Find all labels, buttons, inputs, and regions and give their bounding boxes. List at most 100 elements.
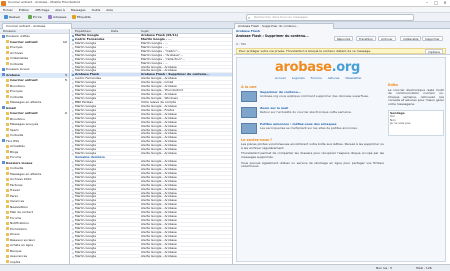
read-status-icon[interactable] <box>72 38 74 41</box>
folder-label: Impôts <box>10 259 21 264</box>
read-status-icon[interactable] <box>72 161 74 163</box>
window-title: Courrier entrant - Arobase - Mozilla Thu… <box>8 0 81 4</box>
tag-button[interactable]: Étiquette <box>70 14 93 21</box>
read-status-icon[interactable] <box>72 200 74 203</box>
message-action-button[interactable]: Répondre <box>334 36 354 41</box>
folder-icon <box>6 199 9 203</box>
minimize-icon[interactable]: – <box>423 0 431 6</box>
folder-label: Dossiers locaux <box>6 160 33 165</box>
read-status-icon[interactable] <box>72 121 74 124</box>
folder-icon <box>6 56 9 60</box>
folder-label: Réseaux sociaux <box>10 237 36 242</box>
message-preview: Arobase Flash Arobase Flash : Supprimer … <box>234 29 450 264</box>
get-mail-button[interactable]: Relever <box>2 14 22 21</box>
read-status-icon[interactable] <box>72 255 74 258</box>
read-status-icon[interactable] <box>72 82 74 85</box>
read-status-icon[interactable] <box>72 94 74 97</box>
read-status-icon[interactable] <box>72 208 74 211</box>
newsletter-nav-link[interactable]: Forums <box>311 76 322 80</box>
read-status-icon[interactable] <box>72 172 74 175</box>
account-icon <box>2 161 5 164</box>
read-status-icon[interactable] <box>72 113 74 116</box>
read-status-icon[interactable] <box>72 216 74 219</box>
account-icon <box>2 67 5 71</box>
download-icon <box>4 15 8 19</box>
folder-icon <box>6 243 9 247</box>
read-status-icon[interactable] <box>72 176 74 179</box>
read-status-icon[interactable] <box>72 239 74 242</box>
read-status-icon[interactable] <box>72 224 74 226</box>
read-status-icon[interactable] <box>72 125 74 128</box>
read-status-icon[interactable] <box>72 66 74 69</box>
remote-content-options-button[interactable]: Options <box>425 49 443 54</box>
read-status-icon[interactable] <box>72 184 74 187</box>
newsletter-nav-link[interactable]: Astuces <box>328 76 340 80</box>
read-status-icon[interactable] <box>72 220 74 223</box>
read-status-icon[interactable] <box>72 204 74 207</box>
poll-box: Sondage Oui Non Je ne sais pas <box>388 109 444 136</box>
read-status-icon[interactable] <box>72 192 74 195</box>
message-action-button[interactable]: Indésirable <box>400 36 422 41</box>
read-status-icon[interactable] <box>72 58 74 61</box>
folder-icon <box>6 150 9 153</box>
message-action-button[interactable]: Archiver <box>378 36 396 41</box>
message-action-button[interactable]: Supprimer <box>422 36 443 41</box>
article-thumbnail[interactable] <box>241 106 257 118</box>
read-status-icon[interactable] <box>72 70 74 73</box>
read-status-icon[interactable] <box>72 145 74 148</box>
read-status-icon[interactable] <box>72 247 74 250</box>
read-status-icon[interactable] <box>72 153 74 156</box>
read-status-icon[interactable] <box>72 196 74 199</box>
read-status-icon[interactable] <box>72 86 74 89</box>
total-count: Total : 126 <box>416 266 432 270</box>
poll-option[interactable]: Je ne sais pas <box>390 122 442 126</box>
read-status-icon[interactable] <box>72 50 74 53</box>
folder-label: Factures <box>10 182 23 187</box>
read-status-icon[interactable] <box>72 235 74 238</box>
read-status-icon[interactable] <box>72 101 74 104</box>
read-status-icon[interactable] <box>72 251 74 254</box>
read-status-icon[interactable] <box>72 168 74 171</box>
read-status-icon[interactable] <box>72 188 74 191</box>
folder-label: Archives <box>10 50 23 55</box>
write-button[interactable]: Écrire <box>26 14 44 21</box>
read-status-icon[interactable] <box>72 212 74 215</box>
read-status-icon[interactable] <box>72 117 74 120</box>
read-status-icon[interactable] <box>72 98 74 100</box>
read-status-icon[interactable] <box>72 62 74 65</box>
read-status-icon[interactable] <box>72 78 74 81</box>
read-status-icon[interactable] <box>72 133 74 136</box>
read-status-icon[interactable] <box>72 227 74 230</box>
read-status-icon[interactable] <box>72 105 74 108</box>
read-status-icon[interactable] <box>72 149 74 152</box>
newsletter-nav-link[interactable]: Newsletter <box>345 76 361 80</box>
read-status-icon[interactable] <box>72 35 74 37</box>
maximize-icon[interactable]: □ <box>432 0 440 6</box>
read-status-icon[interactable] <box>72 90 74 93</box>
search-input[interactable]: ⌕ Rechercher dans tous les messages <box>246 14 414 21</box>
read-status-icon[interactable] <box>72 109 74 112</box>
read-status-icon[interactable] <box>72 129 74 132</box>
folder-icon <box>6 205 9 208</box>
article-description: Arobase.org vous explique comment suppri… <box>260 94 369 98</box>
message-row[interactable]: Martin Google Alerte Google - Arobase <box>71 255 232 259</box>
article-thumbnail[interactable] <box>241 122 257 134</box>
read-status-icon[interactable] <box>72 180 74 183</box>
read-status-icon[interactable] <box>72 141 74 144</box>
newsletter-nav-link[interactable]: Logiciels <box>292 76 305 80</box>
read-status-icon[interactable] <box>72 42 74 45</box>
folder-label: Brouillons <box>10 83 25 88</box>
read-status-icon[interactable] <box>72 164 74 167</box>
folder-label: Courrier entrant <box>10 111 38 115</box>
newsletter-nav-link[interactable]: Accueil <box>275 76 286 80</box>
read-status-icon[interactable] <box>72 243 74 246</box>
message-action-button[interactable]: Transférer <box>356 36 377 41</box>
read-status-icon[interactable] <box>72 231 74 234</box>
read-status-icon[interactable] <box>72 137 74 140</box>
close-icon[interactable]: × <box>441 0 449 6</box>
read-status-icon[interactable] <box>72 46 74 49</box>
article-thumbnail[interactable] <box>241 90 257 102</box>
address-book-button[interactable]: Adresses <box>46 14 68 21</box>
read-status-icon[interactable] <box>72 54 74 57</box>
read-status-icon[interactable] <box>72 74 74 77</box>
